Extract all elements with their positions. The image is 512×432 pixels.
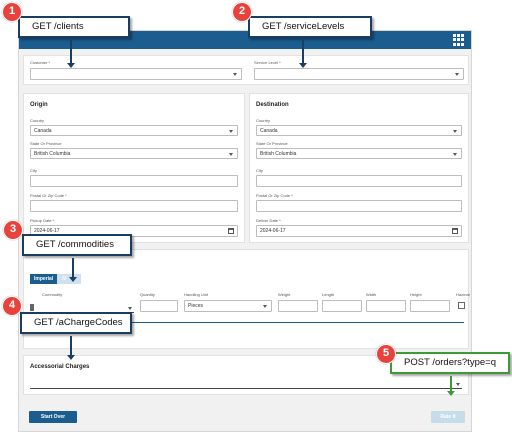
handling-unit-value: Pieces	[188, 303, 204, 309]
commodity-column-label: Commodity	[42, 292, 63, 297]
unit-imperial-option[interactable]: Imperial	[30, 274, 58, 284]
height-column-label: Height	[410, 292, 422, 297]
chevron-down-icon	[233, 73, 237, 76]
destination-state-value: British Columbia	[260, 151, 297, 157]
destination-city-input[interactable]	[256, 175, 462, 187]
destination-state-label: State Or Province	[256, 141, 288, 146]
trash-icon[interactable]	[30, 304, 34, 311]
service-level-label: Service Level *	[254, 60, 281, 65]
destination-country-select[interactable]: Canada	[256, 125, 462, 136]
chevron-down-icon	[456, 383, 460, 386]
origin-country-value: Canada	[34, 128, 52, 134]
destination-postal-label: Postal Or Zip Code *	[256, 193, 293, 198]
deliver-date-value: 2024-06-17	[260, 228, 286, 234]
origin-city-input[interactable]	[30, 175, 238, 187]
quantity-column-label: Quantity	[140, 292, 155, 297]
length-column-label: Length	[322, 292, 335, 297]
calendar-icon[interactable]	[228, 228, 234, 234]
destination-state-select[interactable]: British Columbia	[256, 148, 462, 159]
apps-grid-icon[interactable]	[453, 34, 465, 46]
callout-number-badge: 4	[2, 296, 22, 316]
origin-postal-input[interactable]	[30, 200, 238, 212]
arrow-down-icon	[67, 40, 75, 68]
deliver-date-label: Deliver Date *	[256, 218, 281, 223]
origin-state-value: British Columbia	[34, 151, 71, 157]
chevron-down-icon	[263, 305, 267, 308]
weight-column-label: Weight	[278, 292, 291, 297]
origin-title: Origin	[30, 102, 48, 108]
origin-panel: Origin Country Canada State Or Province …	[23, 93, 245, 243]
origin-country-label: Country	[30, 118, 45, 123]
callout-get-charge-codes: GET /aChargeCodes	[20, 312, 132, 334]
width-column-label: Width	[366, 292, 377, 297]
start-over-button[interactable]: Start Over	[29, 411, 77, 423]
handling-unit-select[interactable]: Pieces	[184, 300, 272, 312]
rate-it-button[interactable]: Rate It	[431, 411, 465, 423]
callout-get-clients: GET /clients	[18, 16, 130, 38]
hazmat-checkbox[interactable]	[458, 302, 465, 309]
hazmat-column-label: Hazmat	[456, 292, 470, 297]
arrow-down-icon	[447, 376, 455, 396]
origin-postal-label: Postal Or Zip Code *	[30, 193, 67, 198]
customer-label: Customer *	[30, 60, 51, 65]
destination-country-label: Country	[256, 118, 271, 123]
arrow-down-icon	[67, 336, 75, 360]
callout-get-commodities: GET /commodities	[22, 234, 132, 256]
accessorial-title: Accessorial Charges	[30, 364, 90, 370]
callout-post-orders: POST /orders?type=q	[390, 352, 510, 374]
destination-title: Destination	[256, 102, 289, 108]
callout-number-badge: 3	[3, 220, 23, 240]
origin-country-select[interactable]: Canada	[30, 125, 238, 136]
origin-state-select[interactable]: British Columbia	[30, 148, 238, 159]
destination-panel: Destination Country Canada State Or Prov…	[249, 93, 469, 243]
chevron-down-icon	[229, 130, 233, 133]
callout-number-badge: 5	[376, 344, 396, 364]
items-panel: Imperial M Commodity Quantity Handling U…	[23, 249, 470, 349]
length-input[interactable]	[322, 300, 362, 312]
weight-input[interactable]	[278, 300, 318, 312]
chevron-down-icon	[453, 130, 457, 133]
destination-city-label: City	[256, 168, 263, 173]
quantity-input[interactable]	[140, 300, 178, 312]
destination-country-value: Canada	[260, 128, 278, 134]
handling-unit-column-label: Handling Unit	[184, 292, 209, 297]
chevron-down-icon	[229, 153, 233, 156]
arrow-down-icon	[69, 258, 77, 282]
destination-postal-input[interactable]	[256, 200, 462, 212]
origin-city-label: City	[30, 168, 37, 173]
calendar-icon[interactable]	[452, 228, 458, 234]
callout-number-badge: 1	[2, 2, 22, 22]
customer-select[interactable]	[30, 68, 242, 80]
accessorial-select[interactable]	[30, 383, 462, 389]
pickup-date-label: Pickup Date *	[30, 218, 55, 223]
deliver-date-input[interactable]: 2024-06-17	[256, 225, 462, 237]
service-level-select[interactable]	[254, 68, 464, 80]
customer-panel: Customer * Service Level *	[23, 55, 469, 85]
width-input[interactable]	[366, 300, 406, 312]
height-input[interactable]	[410, 300, 450, 312]
arrow-down-icon	[299, 40, 307, 68]
chevron-down-icon	[455, 73, 459, 76]
chevron-down-icon	[128, 307, 132, 310]
callout-number-badge: 2	[232, 2, 252, 22]
callout-get-service-levels: GET /serviceLevels	[248, 16, 372, 38]
chevron-down-icon	[453, 153, 457, 156]
origin-state-label: State Or Province	[30, 141, 62, 146]
